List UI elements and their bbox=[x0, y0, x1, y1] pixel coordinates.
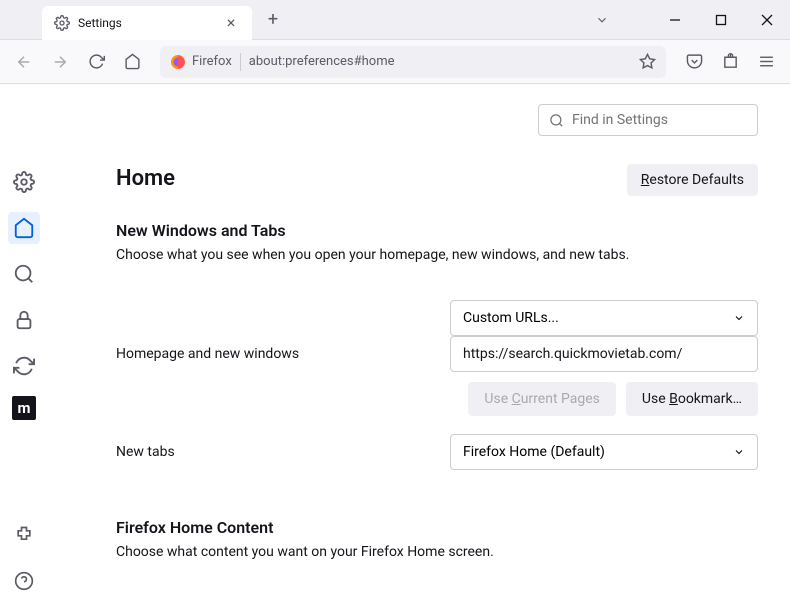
section-heading-home-content: Firefox Home Content bbox=[116, 518, 758, 537]
section-heading-windows-tabs: New Windows and Tabs bbox=[116, 221, 758, 240]
pocket-button[interactable] bbox=[678, 46, 710, 78]
tab-title: Settings bbox=[78, 16, 214, 30]
find-settings-search[interactable]: Find in Settings bbox=[538, 104, 758, 136]
restore-defaults-button[interactable]: Restore Defaults bbox=[627, 164, 758, 196]
section-description: Choose what content you want on your Fir… bbox=[116, 543, 758, 563]
close-icon[interactable]: × bbox=[222, 14, 240, 32]
browser-toolbar: Firefox about:preferences#home bbox=[0, 40, 790, 84]
search-placeholder: Find in Settings bbox=[572, 112, 668, 128]
browser-tab[interactable]: Settings × bbox=[42, 6, 252, 40]
bookmark-star-icon[interactable] bbox=[639, 53, 656, 70]
back-button[interactable] bbox=[8, 46, 40, 78]
dropdown-value: Firefox Home (Default) bbox=[463, 444, 605, 460]
url-text: about:preferences#home bbox=[249, 54, 631, 69]
forward-button[interactable] bbox=[44, 46, 76, 78]
window-controls bbox=[652, 0, 790, 40]
firefox-icon bbox=[170, 54, 186, 70]
close-window-button[interactable] bbox=[744, 0, 790, 40]
newtabs-dropdown[interactable]: Firefox Home (Default) bbox=[450, 434, 758, 470]
sidebar-item-privacy[interactable] bbox=[8, 304, 40, 336]
chevron-down-icon bbox=[733, 312, 745, 324]
menu-button[interactable] bbox=[750, 46, 782, 78]
gear-icon bbox=[54, 15, 70, 31]
homepage-url-input[interactable] bbox=[450, 336, 758, 372]
maximize-button[interactable] bbox=[698, 0, 744, 40]
use-current-pages-button[interactable]: Use Current Pages bbox=[468, 382, 616, 416]
sidebar-item-help[interactable] bbox=[8, 565, 40, 597]
sidebar-item-home[interactable] bbox=[8, 212, 40, 244]
search-icon bbox=[549, 113, 564, 128]
section-description: Choose what you see when you open your h… bbox=[116, 246, 758, 266]
url-bar[interactable]: Firefox about:preferences#home bbox=[160, 46, 666, 78]
identity-label: Firefox bbox=[192, 54, 232, 69]
reload-button[interactable] bbox=[80, 46, 112, 78]
url-separator bbox=[240, 53, 241, 71]
minimize-button[interactable] bbox=[652, 0, 698, 40]
new-tab-button[interactable]: + bbox=[258, 5, 288, 35]
settings-sidebar: m bbox=[0, 84, 48, 597]
dropdown-value: Custom URLs... bbox=[463, 310, 559, 326]
tabs-dropdown-button[interactable] bbox=[582, 0, 622, 40]
settings-main: Find in Settings Home Restore Defaults N… bbox=[48, 84, 790, 597]
newtabs-label: New tabs bbox=[116, 444, 450, 460]
sidebar-item-extensions[interactable] bbox=[8, 519, 40, 551]
homepage-mode-dropdown[interactable]: Custom URLs... bbox=[450, 300, 758, 336]
sidebar-item-search[interactable] bbox=[8, 258, 40, 290]
use-bookmark-button[interactable]: Use Bookmark… bbox=[626, 382, 758, 416]
identity-box[interactable]: Firefox bbox=[170, 54, 232, 70]
window-titlebar: Settings × + bbox=[0, 0, 790, 40]
sidebar-item-sync[interactable] bbox=[8, 350, 40, 382]
home-button[interactable] bbox=[116, 46, 148, 78]
chevron-down-icon bbox=[733, 446, 745, 458]
sidebar-item-more[interactable]: m bbox=[12, 396, 36, 420]
extensions-button[interactable] bbox=[714, 46, 746, 78]
sidebar-item-general[interactable] bbox=[8, 166, 40, 198]
homepage-label: Homepage and new windows bbox=[116, 346, 450, 362]
